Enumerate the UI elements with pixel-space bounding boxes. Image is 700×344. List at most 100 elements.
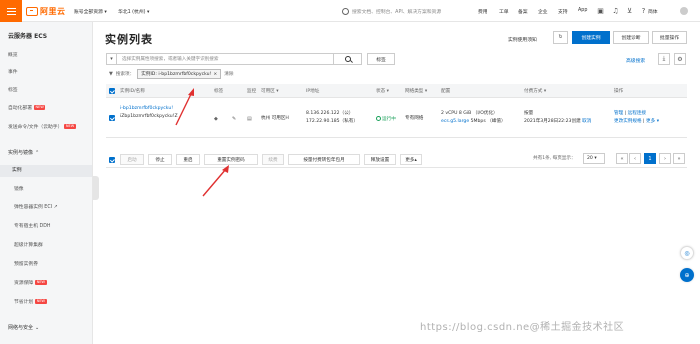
stop-button[interactable]: 停止	[148, 154, 172, 165]
instance-search-input[interactable]: 选择实例属性项搜索，或者输入关键字识别搜索	[117, 56, 333, 62]
edit-tag-icon[interactable]: ✎	[232, 116, 236, 122]
aliyun-logo[interactable]: 阿里云	[26, 6, 66, 16]
last-page-button[interactable]: »	[673, 153, 685, 164]
float-apps-button[interactable]: ⊕	[680, 268, 694, 282]
col-network[interactable]: 网络类型 ▾	[405, 88, 427, 94]
page-size-select[interactable]: 20 ▾	[583, 153, 605, 164]
sidebar-item-auto-deploy[interactable]: 自动化部署 NEW	[8, 104, 46, 111]
apps-icon: ⊕	[684, 271, 690, 279]
chevron-down-icon: ▾	[110, 56, 113, 62]
nav-icp[interactable]: 备案	[518, 8, 528, 15]
network-type: 专有网络	[405, 116, 424, 121]
sidebar-group-network-security[interactable]: 网络与安全 ⌄	[8, 324, 39, 332]
batch-select-checkbox[interactable]	[109, 157, 115, 163]
remote-connect-link[interactable]: 远程连接	[628, 111, 646, 116]
sidebar-item-cloud-assistant[interactable]: 发送命令/文件（云助手） NEW	[8, 123, 76, 130]
nav-support[interactable]: 支持	[558, 8, 568, 15]
nav-ticket[interactable]: 工单	[499, 8, 509, 15]
region-selector[interactable]: 华北1 (杭州) ▾	[118, 8, 149, 15]
nav-enterprise[interactable]: 企业	[538, 8, 548, 15]
instance-search[interactable]: ▾ 选择实例属性项搜索，或者输入关键字识别搜索	[106, 53, 362, 65]
sidebar-item-images[interactable]: 镜像	[14, 185, 24, 192]
sidebar-item-scc[interactable]: 超级计算集群	[14, 241, 43, 248]
workbench-selector[interactable]: 账号全部资源 ▾	[74, 8, 107, 15]
select-all-checkbox[interactable]	[109, 88, 115, 94]
page-size-value: 20	[587, 156, 593, 161]
cancel-link[interactable]: 取消	[582, 119, 591, 124]
cart-icon[interactable]: ⊻	[625, 6, 634, 15]
search-attr-select[interactable]: ▾	[107, 54, 117, 64]
page-1-button[interactable]: 1	[644, 153, 656, 164]
filter-icon: ▾	[424, 89, 428, 94]
sidebar-item-ddh[interactable]: 专有宿主机 DDH	[14, 222, 51, 229]
sidebar-item-label: 发送命令/文件（云助手）	[8, 125, 63, 130]
search-button[interactable]	[333, 54, 361, 64]
more-batch-button[interactable]: 更多▴	[400, 154, 422, 165]
nav-app[interactable]: App	[578, 8, 587, 13]
zone-value: 杭州 可用区H	[261, 116, 289, 121]
manage-link[interactable]: 管理	[614, 111, 623, 116]
instance-type-link[interactable]: ecs.g5.large	[441, 119, 469, 124]
refresh-button[interactable]: ↻	[553, 31, 568, 44]
reset-password-button[interactable]: 重置实例密码	[204, 154, 258, 165]
restart-button[interactable]: 重启	[176, 154, 200, 165]
config-spec: 2 vCPU 8 GiB （I/O优化）	[441, 111, 498, 116]
renew-button[interactable]: 续费	[262, 154, 284, 165]
change-spec-link[interactable]: 更改实例规格	[614, 119, 642, 124]
start-button[interactable]: 启动	[120, 154, 144, 165]
download-icon[interactable]: ⤓	[658, 53, 670, 65]
sidebar-item-events[interactable]: 事件	[8, 68, 18, 75]
close-icon[interactable]: ×	[213, 72, 217, 77]
status-text: 运行中	[382, 117, 396, 122]
first-page-button[interactable]: «	[616, 153, 628, 164]
sidebar-collapse-handle[interactable]	[93, 176, 99, 200]
filter-chip[interactable]: 实例ID: i-bp1bzmrfbf0ckpycku! ×	[137, 69, 222, 79]
bell-icon[interactable]: ♫	[611, 6, 620, 15]
sidebar-item-tags[interactable]: 标签	[8, 86, 18, 93]
terminal-icon[interactable]: ▣	[596, 6, 605, 15]
next-page-button[interactable]: ›	[659, 153, 671, 164]
instance-notice-link[interactable]: 实例使用须知	[508, 36, 537, 43]
prev-page-button[interactable]: ‹	[629, 153, 641, 164]
col-instance-id: 实例ID/名称	[120, 89, 145, 94]
sidebar-group-label: 网络与安全	[8, 325, 34, 331]
instance-id-link[interactable]: i-bp1bzmrfbf0ckpycku!	[120, 106, 173, 112]
sidebar-group-instances-images[interactable]: 实例与镜像 ⌃	[8, 149, 40, 157]
sidebar-item-savings-plan[interactable]: 节省计划 NEW	[14, 298, 47, 305]
release-settings-button[interactable]: 释放设置	[364, 154, 396, 165]
tag-icon[interactable]: ◆	[214, 116, 218, 122]
col-billing[interactable]: 付费方式 ▾	[524, 88, 546, 94]
sidebar-item-reserved[interactable]: 预留实例券	[14, 260, 38, 267]
settings-icon[interactable]: ⚙	[674, 53, 686, 65]
row-checkbox[interactable]	[109, 115, 115, 121]
advanced-search-link[interactable]: 高级搜索	[626, 57, 645, 64]
billing-created: 2021年3月28日22:23创建 取消	[524, 119, 591, 125]
filter-icon: ▼	[109, 71, 113, 77]
convert-subscription-button[interactable]: 按量付费转包年包月	[288, 154, 360, 165]
new-badge: NEW	[64, 124, 76, 129]
language-switch[interactable]: 简体	[648, 8, 658, 15]
sidebar-group-label: 实例与镜像	[8, 150, 34, 156]
sidebar-item-overview[interactable]: 概览	[8, 51, 18, 58]
chevron-up-icon: ⌃	[35, 149, 40, 156]
clear-filters-link[interactable]: 清除	[224, 71, 233, 77]
more-actions-link[interactable]: 更多 ▾	[646, 119, 659, 124]
sidebar-item-eci[interactable]: 弹性容器实例 ECI ↗	[14, 203, 58, 210]
col-zone[interactable]: 可用区 ▾	[261, 88, 279, 94]
create-instance-button[interactable]: 创建实例	[572, 31, 610, 44]
monitor-icon[interactable]: ▤	[247, 116, 252, 122]
nav-fee[interactable]: 费用	[478, 8, 488, 15]
tag-filter-button[interactable]: 标签	[367, 53, 395, 65]
col-zone-label: 可用区	[261, 89, 275, 94]
create-diagnosis-button[interactable]: 创建诊断	[613, 31, 649, 44]
filter-icon: ▾	[543, 89, 547, 94]
float-assistant-button[interactable]: ◎	[680, 246, 694, 260]
sidebar-item-instances[interactable]: 实例	[0, 165, 92, 177]
menu-icon[interactable]	[0, 0, 22, 22]
avatar[interactable]	[680, 7, 688, 15]
batch-operation-button[interactable]: 批量操作	[652, 31, 687, 44]
col-status[interactable]: 状态 ▾	[376, 88, 389, 94]
help-icon[interactable]: ?	[639, 6, 648, 15]
global-search[interactable]: 搜索文档、控制台、API、解决方案和资源	[342, 5, 468, 17]
sidebar-item-capacity[interactable]: 资源保障 NEW	[14, 279, 47, 286]
